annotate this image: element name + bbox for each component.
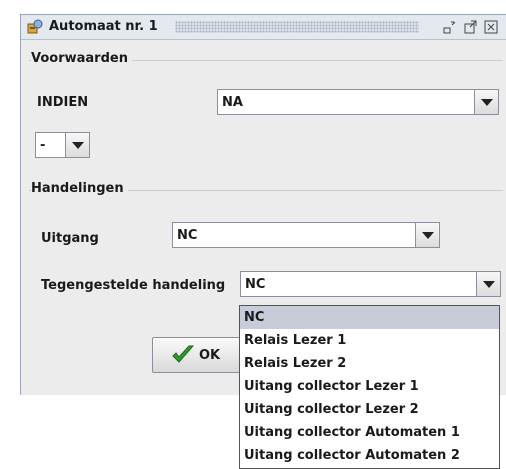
window-title: Automaat nr. 1 <box>49 19 158 34</box>
dropdown-option-nc[interactable]: NC <box>240 306 499 329</box>
checkmark-icon <box>171 343 195 371</box>
app-icon <box>27 19 43 35</box>
chevron-down-icon[interactable] <box>476 272 500 296</box>
chevron-down-icon[interactable] <box>65 133 89 157</box>
ok-button[interactable]: OK <box>152 337 251 373</box>
title-grip <box>175 21 419 33</box>
title-bar[interactable]: Automaat nr. 1 <box>21 15 506 40</box>
opposite-action-dropdown-list[interactable]: NC Relais Lezer 1 Relais Lezer 2 Uitang … <box>239 305 500 469</box>
dropdown-option-relais-lezer-1[interactable]: Relais Lezer 1 <box>240 329 499 352</box>
condition-select-value: NA <box>222 95 243 110</box>
handelingen-group-title: Handelingen <box>31 181 128 196</box>
opposite-action-select[interactable]: NC <box>240 271 501 297</box>
voorwaarden-group-title: Voorwaarden <box>31 51 132 66</box>
uitgang-label: Uitgang <box>41 231 99 246</box>
tegengestelde-label: Tegengestelde handeling <box>41 278 226 293</box>
dropdown-option-collector-automaten-2[interactable]: Uitang collector Automaten 2 <box>240 444 499 467</box>
condition-select[interactable]: NA <box>217 89 499 115</box>
ok-button-label: OK <box>199 348 221 363</box>
opposite-action-select-value: NC <box>245 277 266 292</box>
chevron-down-icon[interactable] <box>415 223 439 247</box>
operator-select[interactable]: - <box>35 132 90 158</box>
indien-label: INDIEN <box>37 95 89 110</box>
voorwaarden-group: Voorwaarden <box>29 51 503 184</box>
dropdown-option-collector-automaten-1[interactable]: Uitang collector Automaten 1 <box>240 421 499 444</box>
dropdown-option-relais-lezer-2[interactable]: Relais Lezer 2 <box>240 352 499 375</box>
dropdown-option-collector-lezer-1[interactable]: Uitang collector Lezer 1 <box>240 375 499 398</box>
chevron-down-icon[interactable] <box>474 90 498 114</box>
output-select-value: NC <box>177 228 198 243</box>
close-icon[interactable] <box>483 19 499 35</box>
output-select[interactable]: NC <box>172 222 440 248</box>
maximize-icon[interactable] <box>462 19 478 35</box>
operator-select-value: - <box>40 138 46 153</box>
minimize-icon[interactable] <box>441 19 457 35</box>
dropdown-option-collector-lezer-2[interactable]: Uitang collector Lezer 2 <box>240 398 499 421</box>
